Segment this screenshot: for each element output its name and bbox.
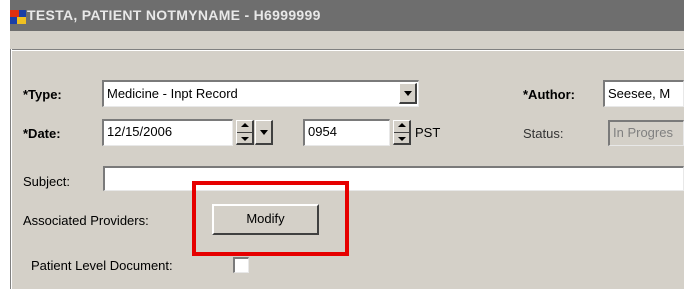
spin-down-icon [240, 137, 249, 141]
patient-level-document-checkbox[interactable] [233, 257, 249, 273]
author-field[interactable]: Seesee, M [603, 80, 684, 107]
window-title-bar: TESTA, PATIENT NOTMYNAME - H6999999 [10, 0, 684, 31]
time-value: 0954 [308, 124, 337, 139]
status-field: In Progres [608, 120, 684, 146]
date-field[interactable]: 12/15/2006 [102, 119, 233, 146]
spin-down-icon [397, 137, 406, 141]
spin-up-icon [240, 123, 249, 127]
window-title: TESTA, PATIENT NOTMYNAME - H6999999 [27, 7, 321, 23]
author-label: *Author: [523, 87, 575, 102]
type-combobox[interactable]: Medicine - Inpt Record [102, 80, 419, 107]
type-dropdown-button[interactable] [399, 83, 417, 104]
top-divider [10, 49, 684, 51]
subject-label: Subject: [23, 174, 70, 189]
spin-divider [394, 132, 409, 133]
highlight-annotation [192, 181, 349, 256]
date-value: 12/15/2006 [107, 124, 173, 139]
date-label: *Date: [23, 126, 61, 141]
chevron-down-icon [259, 130, 268, 135]
app-icon [10, 10, 26, 24]
type-label: *Type: [23, 87, 62, 102]
type-value: Medicine - Inpt Record [107, 86, 238, 101]
patient-level-document-label: Patient Level Document: [31, 258, 173, 273]
time-field[interactable]: 0954 [303, 119, 390, 146]
associated-providers-label: Associated Providers: [23, 213, 149, 228]
chevron-down-icon [403, 91, 412, 96]
subject-input[interactable] [103, 166, 684, 191]
spin-up-icon [397, 123, 406, 127]
date-spin-button[interactable] [236, 120, 254, 145]
status-label: Status: [523, 126, 564, 141]
author-value: Seesee, M [608, 86, 671, 101]
spin-divider [237, 132, 252, 133]
date-calendar-dropdown-button[interactable] [255, 120, 273, 145]
timezone-label: PST [415, 125, 441, 140]
left-divider [10, 49, 12, 289]
status-value: In Progres [613, 125, 673, 140]
time-spin-button[interactable] [393, 120, 411, 145]
